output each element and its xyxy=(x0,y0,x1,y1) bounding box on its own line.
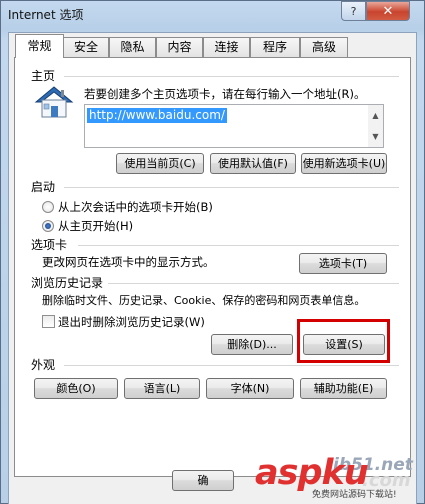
history-description: 删除临时文件、历史记录、Cookie、保存的密码和网页表单信息。 xyxy=(42,294,366,307)
startup-homepage-label[interactable]: 从主页开始(H) xyxy=(58,218,133,234)
tab-connections[interactable]: 连接 xyxy=(203,37,250,57)
tabs-divider xyxy=(78,245,399,246)
tab-general[interactable]: 常规 xyxy=(15,34,64,58)
tabs-heading: 选项卡 xyxy=(31,238,68,252)
delete-history-on-exit-checkbox[interactable] xyxy=(42,315,55,328)
tab-programs[interactable]: 程序 xyxy=(250,37,300,57)
history-divider xyxy=(108,283,399,284)
ok-button[interactable]: 确 xyxy=(172,470,234,491)
highlight-box xyxy=(297,319,390,363)
tabs-settings-button[interactable]: 选项卡(T) xyxy=(299,253,387,274)
appearance-divider xyxy=(64,365,399,366)
tab-content[interactable]: 内容 xyxy=(156,37,203,57)
fonts-button[interactable]: 字体(N) xyxy=(206,378,294,399)
homepage-url-text: http://www.baidu.com/ xyxy=(87,108,227,123)
homepage-heading: 主页 xyxy=(31,69,56,83)
use-current-button[interactable]: 使用当前页(C) xyxy=(116,153,204,174)
scroll-down-arrow-icon[interactable]: ▼ xyxy=(368,126,383,147)
tab-security[interactable]: 安全 xyxy=(63,37,109,57)
use-new-tab-button[interactable]: 使用新选项卡(U) xyxy=(301,153,387,174)
accessibility-button[interactable]: 辅助功能(E) xyxy=(300,378,387,399)
homepage-description: 若要创建多个主页选项卡，请在每行输入一个地址(R)。 xyxy=(84,87,366,101)
watermark-tagline: 免费网站源码下载站! xyxy=(312,490,397,500)
homepage-divider xyxy=(64,76,399,77)
delete-history-on-exit-label[interactable]: 退出时删除浏览历史记录(W) xyxy=(58,314,205,330)
scroll-up-arrow-icon[interactable]: ▲ xyxy=(368,105,383,126)
startup-last-session-label[interactable]: 从上次会话中的选项卡开始(B) xyxy=(58,199,213,215)
appearance-heading: 外观 xyxy=(31,358,56,372)
tab-advanced[interactable]: 高级 xyxy=(300,37,348,57)
homepage-url-textarea[interactable]: http://www.baidu.com/ ▲ ▼ xyxy=(84,104,384,148)
window-title: Internet 选项 xyxy=(8,8,84,22)
tab-privacy[interactable]: 隐私 xyxy=(109,37,156,57)
tabs-description: 更改网页在选项卡中的显示方式。 xyxy=(42,255,215,269)
languages-button[interactable]: 语言(L) xyxy=(124,378,200,399)
close-button[interactable]: ✕ xyxy=(366,1,410,21)
delete-button[interactable]: 删除(D)... xyxy=(211,334,293,355)
startup-divider xyxy=(64,187,399,188)
help-button[interactable]: ? xyxy=(341,1,366,21)
startup-heading: 启动 xyxy=(31,180,56,194)
use-default-button[interactable]: 使用默认值(F) xyxy=(210,153,296,174)
startup-last-session-radio[interactable] xyxy=(42,201,54,213)
colors-button[interactable]: 颜色(O) xyxy=(34,378,118,399)
startup-homepage-radio[interactable] xyxy=(42,220,54,232)
house-icon xyxy=(34,85,74,119)
history-heading: 浏览历史记录 xyxy=(31,276,104,290)
